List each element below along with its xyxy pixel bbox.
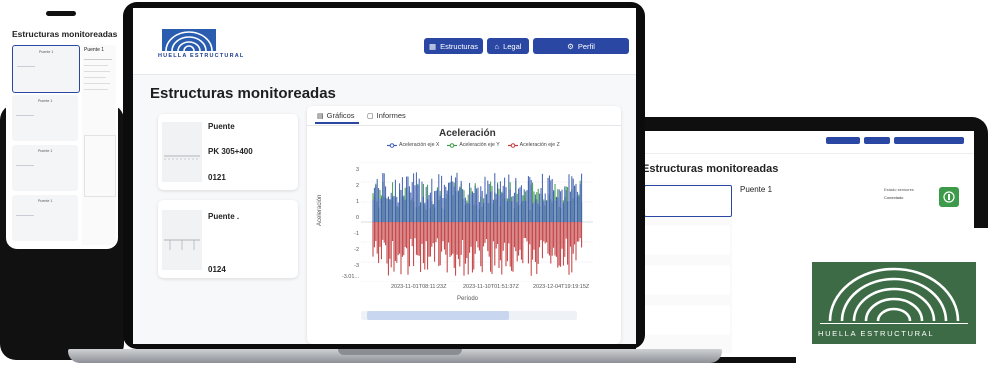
laptop-screen: HUELLA ESTRUCTURAL ▦ Estructuras ⌂ Legal… (133, 8, 636, 344)
phone-screen: Estructuras monitoreadas Puente 1 Puente… (6, 7, 118, 249)
structure-card[interactable]: Puente . 0124 (158, 200, 298, 278)
legend-item-y[interactable]: Aceleración eje Y (447, 142, 500, 148)
chart-legend: Aceleración eje X Aceleración eje Y Acel… (387, 142, 560, 148)
range-slider[interactable] (361, 311, 577, 320)
gear-icon: ⚙ (567, 41, 574, 51)
laptop-notch (338, 349, 462, 355)
tab-informes-label: Informes (376, 111, 406, 120)
estructuras-label: Estructuras (440, 41, 479, 51)
connected-icon (939, 187, 959, 207)
y-tick-label: -1 (354, 231, 359, 237)
tablet-nav-button[interactable] (894, 137, 964, 144)
tablet-card[interactable] (644, 185, 732, 217)
legal-button[interactable]: ⌂ Legal (487, 38, 529, 54)
y-tick-label: 1 (355, 199, 359, 205)
structure-name: Puente (208, 122, 235, 131)
phone-detail-divider (84, 89, 108, 90)
tablet-header (636, 131, 974, 154)
legend-label-x: Aceleración eje X (399, 142, 440, 148)
phone-thumb-line (16, 165, 34, 166)
brand-arcs-icon (162, 29, 216, 51)
x-axis-label: Período (457, 296, 479, 302)
tablet-card[interactable] (644, 265, 730, 295)
page-title: Estructuras monitoreadas (150, 85, 336, 102)
phone-card[interactable]: Puente 1 (12, 195, 78, 241)
logo-divider (820, 323, 968, 324)
document-icon: ▢ (367, 112, 374, 120)
structure-id: 0121 (208, 173, 226, 182)
x-tick-label: 2023-11-10T01:51:37Z (463, 284, 519, 290)
bank-icon: ⌂ (494, 41, 500, 51)
structure-pk: PK 305+400 (208, 147, 253, 156)
tab-graficos-label: Gráficos (326, 111, 355, 120)
phone-detail-title: Puente 1 (84, 47, 105, 53)
x-tick-label: 2023-11-01T08:11:23Z (391, 284, 447, 290)
phone-detail-divider (84, 83, 110, 84)
phone-card[interactable]: Puente 1 (12, 145, 78, 191)
perfil-button[interactable]: ⚙ Perfil (533, 38, 629, 54)
brand-logo[interactable]: HUELLA ESTRUCTURAL (158, 29, 243, 59)
tablet-card[interactable] (644, 305, 730, 335)
y-tick-label: 2 (355, 183, 359, 189)
tablet-card[interactable] (644, 225, 730, 255)
phone-thumb-line (16, 115, 34, 116)
y-axis-label: Aceleración (317, 194, 323, 226)
legend-label-y: Aceleración eje Y (459, 142, 500, 148)
chart-icon: ▤ (317, 112, 324, 120)
phone-detail-divider (84, 71, 110, 72)
structure-id: 0124 (208, 265, 226, 274)
legend-item-z[interactable]: Aceleración eje Z (507, 142, 560, 148)
structure-thumbnail (162, 210, 202, 270)
brand-name: HUELLA ESTRUCTURAL (158, 53, 245, 59)
tab-divider (307, 125, 621, 126)
chart-title: Aceleración (439, 128, 496, 139)
app-header: HUELLA ESTRUCTURAL ▦ Estructuras ⌂ Legal… (133, 8, 636, 75)
x-tick-label: 2023-12-04T19:19:15Z (533, 284, 590, 290)
tablet-nav-button[interactable] (864, 137, 890, 144)
phone-thumb-line (17, 66, 35, 67)
legend-label-z: Aceleración eje Z (519, 142, 560, 148)
phone-thumb-line (16, 215, 34, 216)
y-tick-label: 3 (355, 167, 359, 173)
tablet-estado-value: Conectado (884, 195, 904, 200)
tablet-estado-label: Estado sensores (884, 187, 914, 192)
perfil-label: Perfil (577, 41, 595, 51)
tab-active-indicator (315, 122, 359, 124)
tablet-card-list (642, 183, 732, 353)
y-tick-label: -2 (354, 247, 359, 253)
huella-logo: HUELLA ESTRUCTURAL (812, 262, 976, 344)
tablet-page-title: Estructuras monitoreadas (642, 163, 779, 175)
y-tick-label: -3.01... (341, 274, 359, 280)
phone-detail-divider (84, 65, 108, 66)
chart-panel: ▤ Gráficos ▢ Informes Aceleración Aceler… (307, 106, 621, 344)
arch-logo-icon (828, 267, 960, 321)
tab-informes[interactable]: ▢ Informes (367, 111, 406, 120)
logo-text: HUELLA ESTRUCTURAL (818, 329, 935, 338)
y-tick-label: -3 (354, 263, 359, 269)
y-tick-label: 0 (355, 215, 359, 221)
range-slider-window[interactable] (367, 311, 509, 320)
building-icon: ▦ (428, 41, 437, 51)
phone-detail-panel: Puente 1 (82, 45, 116, 245)
legal-label: Legal (503, 41, 522, 51)
legend-item-x[interactable]: Aceleración eje X (387, 142, 439, 148)
tablet-detail-title: Puente 1 (740, 185, 773, 194)
estructuras-button[interactable]: ▦ Estructuras (424, 38, 483, 54)
structure-thumbnail (162, 122, 202, 182)
structure-card[interactable]: Puente PK 305+400 0121 (158, 114, 298, 190)
phone-card[interactable]: Puente 1 (12, 95, 78, 141)
tab-graficos[interactable]: ▤ Gráficos (317, 111, 355, 120)
acceleration-plot[interactable] (361, 162, 593, 282)
phone-card[interactable]: Puente 1 (12, 45, 80, 93)
phone-detail-divider (84, 77, 106, 78)
phone-notch (46, 11, 76, 16)
tablet-nav-button[interactable] (826, 137, 860, 144)
phone-detail-divider (84, 59, 112, 60)
structure-name: Puente . (208, 212, 240, 221)
phone-mini-chart (84, 135, 116, 197)
phone-page-title: Estructuras monitoreadas (12, 29, 118, 39)
